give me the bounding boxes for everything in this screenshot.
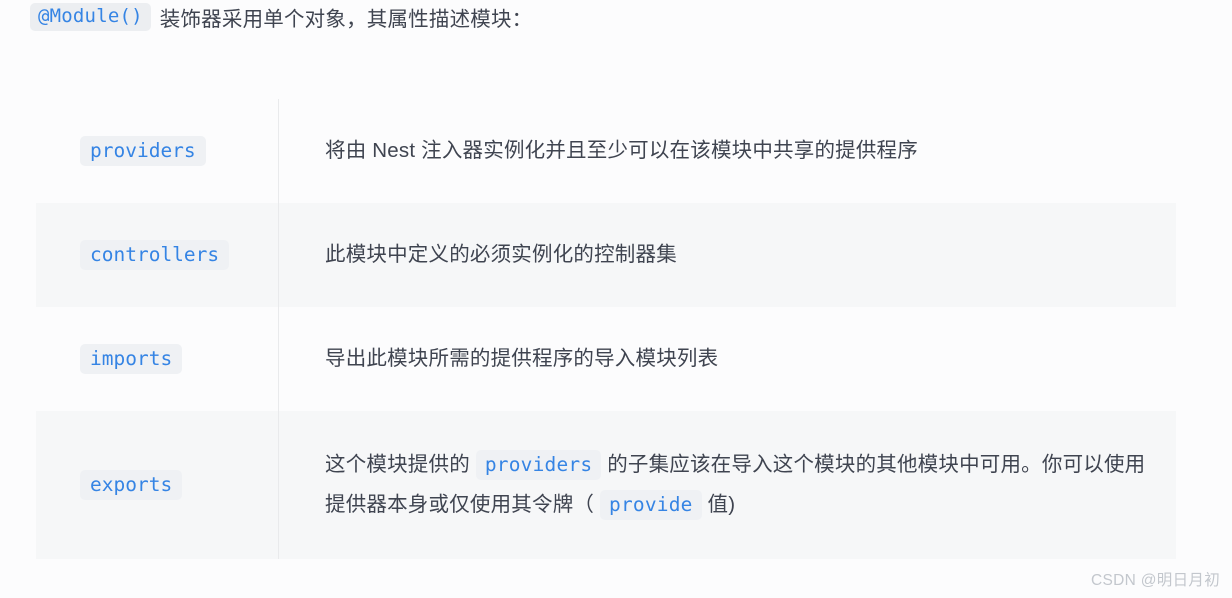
inline-code-providers: providers (475, 450, 602, 481)
table-cell-key: imports (36, 307, 279, 411)
csdn-watermark: CSDN @明日月初 (1091, 572, 1220, 589)
description-part-3: 值) (707, 493, 736, 516)
description-part-1: 这个模块提供的 (325, 453, 470, 477)
inline-code-provide: provide (600, 490, 702, 520)
module-properties-table: providers 将由 Nest 注入器实例化并且至少可以在该模块中共享的提供… (36, 99, 1176, 559)
table-row: exports 这个模块提供的 providers 的子集应该在导入这个模块的其… (36, 411, 1176, 559)
description-text: 导出此模块所需的提供程序的导入模块列表 (325, 347, 719, 371)
intro-paragraph: @Module() 装饰器采用单个对象，其属性描述模块： (30, 0, 532, 34)
table-row: imports 导出此模块所需的提供程序的导入模块列表 (36, 307, 1176, 411)
table-row: providers 将由 Nest 注入器实例化并且至少可以在该模块中共享的提供… (36, 99, 1176, 203)
table-cell-key: controllers (36, 203, 279, 307)
property-name-providers: providers (80, 135, 206, 167)
property-name-controllers: controllers (80, 239, 230, 271)
description-text: 此模块中定义的必须实例化的控制器集 (325, 243, 677, 267)
table-cell-description: 导出此模块所需的提供程序的导入模块列表 (278, 307, 1176, 411)
description-text: 将由 Nest 注入器实例化并且至少可以在该模块中共享的提供程序 (325, 139, 918, 163)
property-name-exports: exports (80, 469, 183, 501)
table-cell-key: exports (36, 411, 279, 559)
table-row: controllers 此模块中定义的必须实例化的控制器集 (36, 203, 1176, 307)
module-decorator-code: @Module() (30, 3, 151, 31)
table-cell-description: 此模块中定义的必须实例化的控制器集 (278, 203, 1176, 307)
intro-text: 装饰器采用单个对象，其属性描述模块： (159, 8, 533, 31)
property-name-imports: imports (80, 343, 183, 375)
table-cell-key: providers (36, 99, 279, 203)
table-cell-description: 这个模块提供的 providers 的子集应该在导入这个模块的其他模块中可用。你… (278, 411, 1176, 559)
table-cell-description: 将由 Nest 注入器实例化并且至少可以在该模块中共享的提供程序 (278, 99, 1176, 203)
description-text-rich: 这个模块提供的 providers 的子集应该在导入这个模块的其他模块中可用。你… (325, 445, 1156, 525)
